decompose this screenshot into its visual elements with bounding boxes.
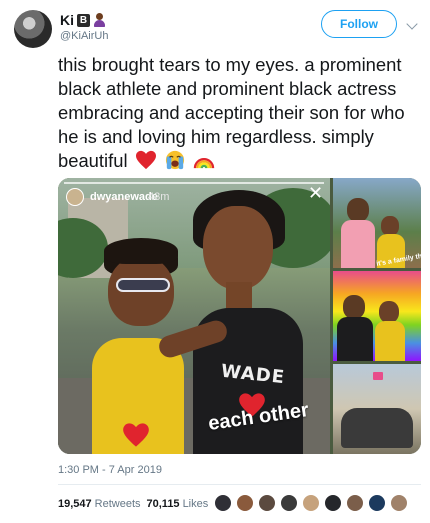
woman-face [203,206,273,290]
divider [58,484,421,485]
tweet-stats: 19,547 Retweets 70,115 Likes [58,498,214,510]
display-name[interactable]: Ki [60,12,74,28]
liker-avatar[interactable] [280,494,298,512]
thumbnail-photo-3[interactable] [333,364,421,454]
liker-avatar[interactable] [302,494,320,512]
thumbnail-photo-2[interactable] [333,271,421,361]
boy-hair-top [104,238,178,264]
media-gallery[interactable]: WADE each other dwyanewade 43m ✕ it's a … [58,178,421,454]
liker-avatar[interactable] [368,494,386,512]
person-emoji-icon [93,13,106,27]
thumb-person [381,216,399,236]
likes-count[interactable]: 70,115 [147,498,180,510]
liker-avatar[interactable] [324,494,342,512]
liker-avatar[interactable] [258,494,276,512]
red-heart-icon [135,150,156,170]
thumb-person [343,295,365,319]
liker-avatar[interactable] [214,494,232,512]
story-time: 43m [148,191,170,203]
liker-avatar[interactable] [236,494,254,512]
thumb-person-shirt [375,321,405,361]
thumb-person [347,198,369,222]
name-row[interactable]: Ki B [60,12,106,28]
retweets-label[interactable]: Retweets [95,498,141,510]
tweet-body: this brought tears to my eyes. a promine… [58,54,405,171]
user-handle[interactable]: @KiAirUh [60,30,108,42]
close-icon: ✕ [308,183,324,203]
liker-avatar[interactable] [346,494,364,512]
thumb-person-shirt [337,317,373,361]
story-progress-bar [64,182,324,184]
liker-avatar[interactable] [390,494,408,512]
tweet-text: this brought tears to my eyes. a promine… [58,53,413,173]
avatar[interactable] [14,10,52,48]
loudly-crying-face-icon [165,150,184,170]
chevron-down-icon[interactable] [406,18,418,30]
tweet-header: Ki B @KiAirUh Follow [14,8,418,48]
follow-button[interactable]: Follow [321,10,397,38]
tweet-timestamp[interactable]: 1:30 PM - 7 Apr 2019 [58,464,162,476]
heart-sticker-icon [123,423,149,447]
sunglasses [116,278,170,292]
retweets-count[interactable]: 19,547 [58,498,92,510]
story-avatar [66,188,84,206]
thumb-flag [373,372,383,380]
thumb-group [341,408,413,448]
thumb-person-shirt [341,220,375,268]
b-button-emoji-icon: B [77,13,90,27]
likes-label[interactable]: Likes [183,498,209,510]
main-photo[interactable]: WADE each other dwyanewade 43m ✕ [58,178,330,454]
rainbow-icon [193,157,215,169]
liker-avatars [214,494,408,512]
thumb-person [379,301,399,323]
